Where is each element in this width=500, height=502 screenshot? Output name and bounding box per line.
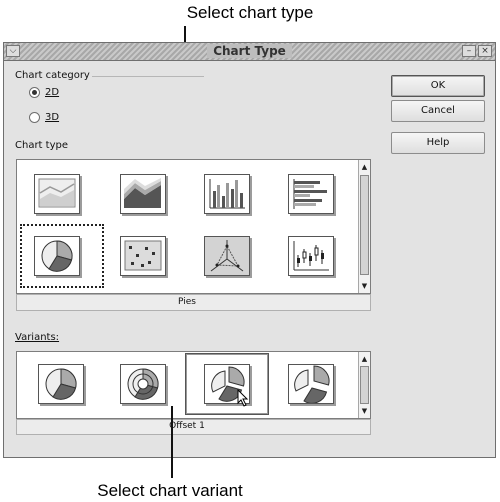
variants-list[interactable]: ▲ ▼ [16, 351, 371, 419]
help-button[interactable]: Help [391, 132, 485, 154]
ring-pie-variant-icon[interactable] [120, 364, 166, 404]
scrollbar-thumb[interactable] [360, 175, 369, 275]
chart-type-scrollbar[interactable]: ▲ ▼ [358, 160, 370, 293]
stacked-area-3d-chart-icon[interactable] [120, 174, 166, 214]
variants-scrollbar[interactable]: ▲ ▼ [358, 352, 370, 418]
dialog-title: Chart Type [207, 44, 292, 58]
horizontal-bar-chart-icon[interactable] [288, 174, 334, 214]
ok-button[interactable]: OK [391, 75, 485, 97]
offset-pie-variant-2-icon[interactable] [288, 364, 334, 404]
normal-pie-variant-icon[interactable] [38, 364, 84, 404]
chart-type-label: Chart type [15, 140, 68, 151]
callout-leader-line [171, 406, 173, 478]
radio-3d[interactable] [29, 112, 40, 123]
close-icon[interactable]: × [478, 45, 492, 57]
selected-chart-type-name: Pies [178, 297, 196, 307]
area-chart-icon[interactable] [34, 174, 80, 214]
title-bar[interactable]: ⌵ Chart Type – × [4, 43, 495, 61]
group-divider [92, 76, 204, 77]
scroll-down-arrow-icon[interactable]: ▼ [359, 280, 370, 292]
variants-label: Variants: [15, 332, 60, 343]
cancel-button[interactable]: Cancel [391, 100, 485, 122]
offset-pie-variant-icon[interactable] [204, 364, 250, 407]
callout-select-chart-variant: Select chart variant [97, 481, 243, 500]
radio-2d[interactable] [29, 87, 40, 98]
variant-name-bar: Offset 1 [16, 419, 371, 435]
xy-scatter-chart-icon[interactable] [120, 236, 166, 276]
pie-chart-icon[interactable] [34, 236, 80, 276]
scrollbar-thumb[interactable] [360, 366, 369, 404]
net-chart-icon[interactable] [204, 236, 250, 276]
chart-type-name-bar: Pies [16, 294, 371, 311]
callout-select-chart-type: Select chart type [186, 3, 314, 22]
minimize-icon[interactable]: – [462, 45, 476, 57]
radio-2d-label[interactable]: 2D [45, 87, 59, 98]
scroll-up-arrow-icon[interactable]: ▲ [359, 353, 370, 365]
chart-type-dialog: ⌵ Chart Type – × Chart category 2D 3D OK… [3, 42, 496, 458]
stock-chart-icon[interactable] [288, 236, 334, 276]
radio-3d-label[interactable]: 3D [45, 112, 59, 123]
scroll-up-arrow-icon[interactable]: ▲ [359, 161, 370, 173]
chart-type-list[interactable]: ▲ ▼ [16, 159, 371, 294]
selected-variant-name: Offset 1 [169, 421, 205, 431]
mouse-pointer-icon [237, 389, 249, 407]
chart-category-label: Chart category [15, 70, 90, 81]
scroll-down-arrow-icon[interactable]: ▼ [359, 405, 370, 417]
vertical-bar-chart-icon[interactable] [204, 174, 250, 214]
